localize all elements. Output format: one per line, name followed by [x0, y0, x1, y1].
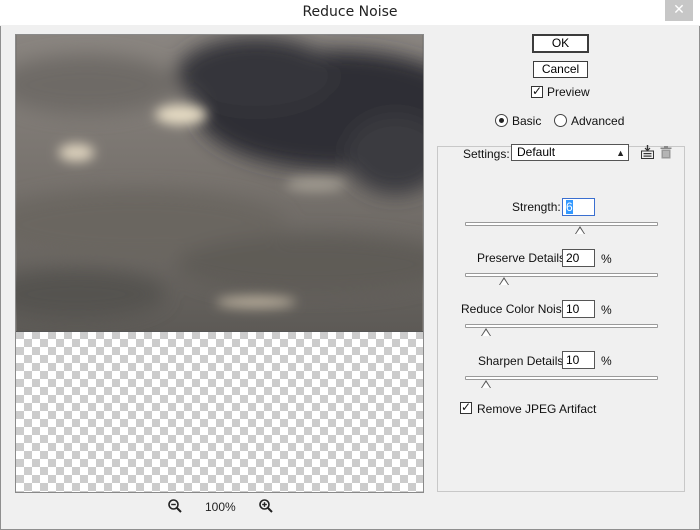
window-title: Reduce Noise [302, 4, 398, 20]
sharpen-details-unit: % [601, 354, 612, 368]
reduce-color-noise-label: Reduce Color Noise: [461, 302, 572, 316]
settings-group [437, 146, 685, 492]
zoom-bar: 100% [15, 496, 424, 518]
sharpen-details-slider-track[interactable] [465, 376, 658, 380]
sharpen-details-label: Sharpen Details: [478, 354, 567, 368]
preserve-details-slider-track[interactable] [465, 273, 658, 277]
remove-jpeg-artifact-label: Remove JPEG Artifact [477, 402, 597, 416]
strength-value: 6 [566, 200, 573, 214]
sharpen-details-input[interactable]: 10 [562, 351, 595, 369]
select-arrow-icon: ▲︎ [616, 148, 625, 158]
basic-radio[interactable] [495, 114, 508, 127]
zoom-out-icon[interactable] [167, 498, 183, 514]
trash-icon[interactable] [660, 146, 672, 159]
preserve-details-unit: % [601, 252, 612, 266]
settings-label: Settings: [463, 147, 510, 161]
save-preset-icon[interactable] [641, 145, 654, 159]
advanced-radio[interactable] [554, 114, 567, 127]
zoom-in-icon[interactable] [258, 498, 274, 514]
close-button[interactable]: ✕ [665, 0, 693, 21]
preview-pane[interactable] [15, 34, 424, 493]
reduce-color-noise-slider-track[interactable] [465, 324, 658, 328]
cancel-button[interactable]: Cancel [533, 61, 588, 78]
ok-button[interactable]: OK [532, 34, 589, 53]
settings-select[interactable]: Default ▲︎ [511, 144, 629, 161]
zoom-level: 100% [205, 500, 236, 514]
preview-label: Preview [547, 85, 590, 99]
advanced-label: Advanced [571, 114, 625, 128]
preview-checkbox[interactable] [531, 84, 543, 98]
settings-value: Default [517, 145, 556, 159]
reduce-color-noise-unit: % [601, 303, 612, 317]
remove-jpeg-artifact-checkbox[interactable] [460, 400, 472, 414]
strength-input[interactable]: 6 [562, 198, 595, 216]
reduce-color-noise-input[interactable]: 10 [562, 300, 595, 318]
preserve-details-label: Preserve Details: [477, 251, 569, 265]
title-bar: Reduce Noise ✕ [0, 0, 700, 26]
basic-label: Basic [512, 114, 542, 128]
preview-image [16, 35, 423, 332]
strength-label: Strength: [512, 200, 561, 214]
preserve-details-input[interactable]: 20 [562, 249, 595, 267]
strength-slider-track[interactable] [465, 222, 658, 226]
